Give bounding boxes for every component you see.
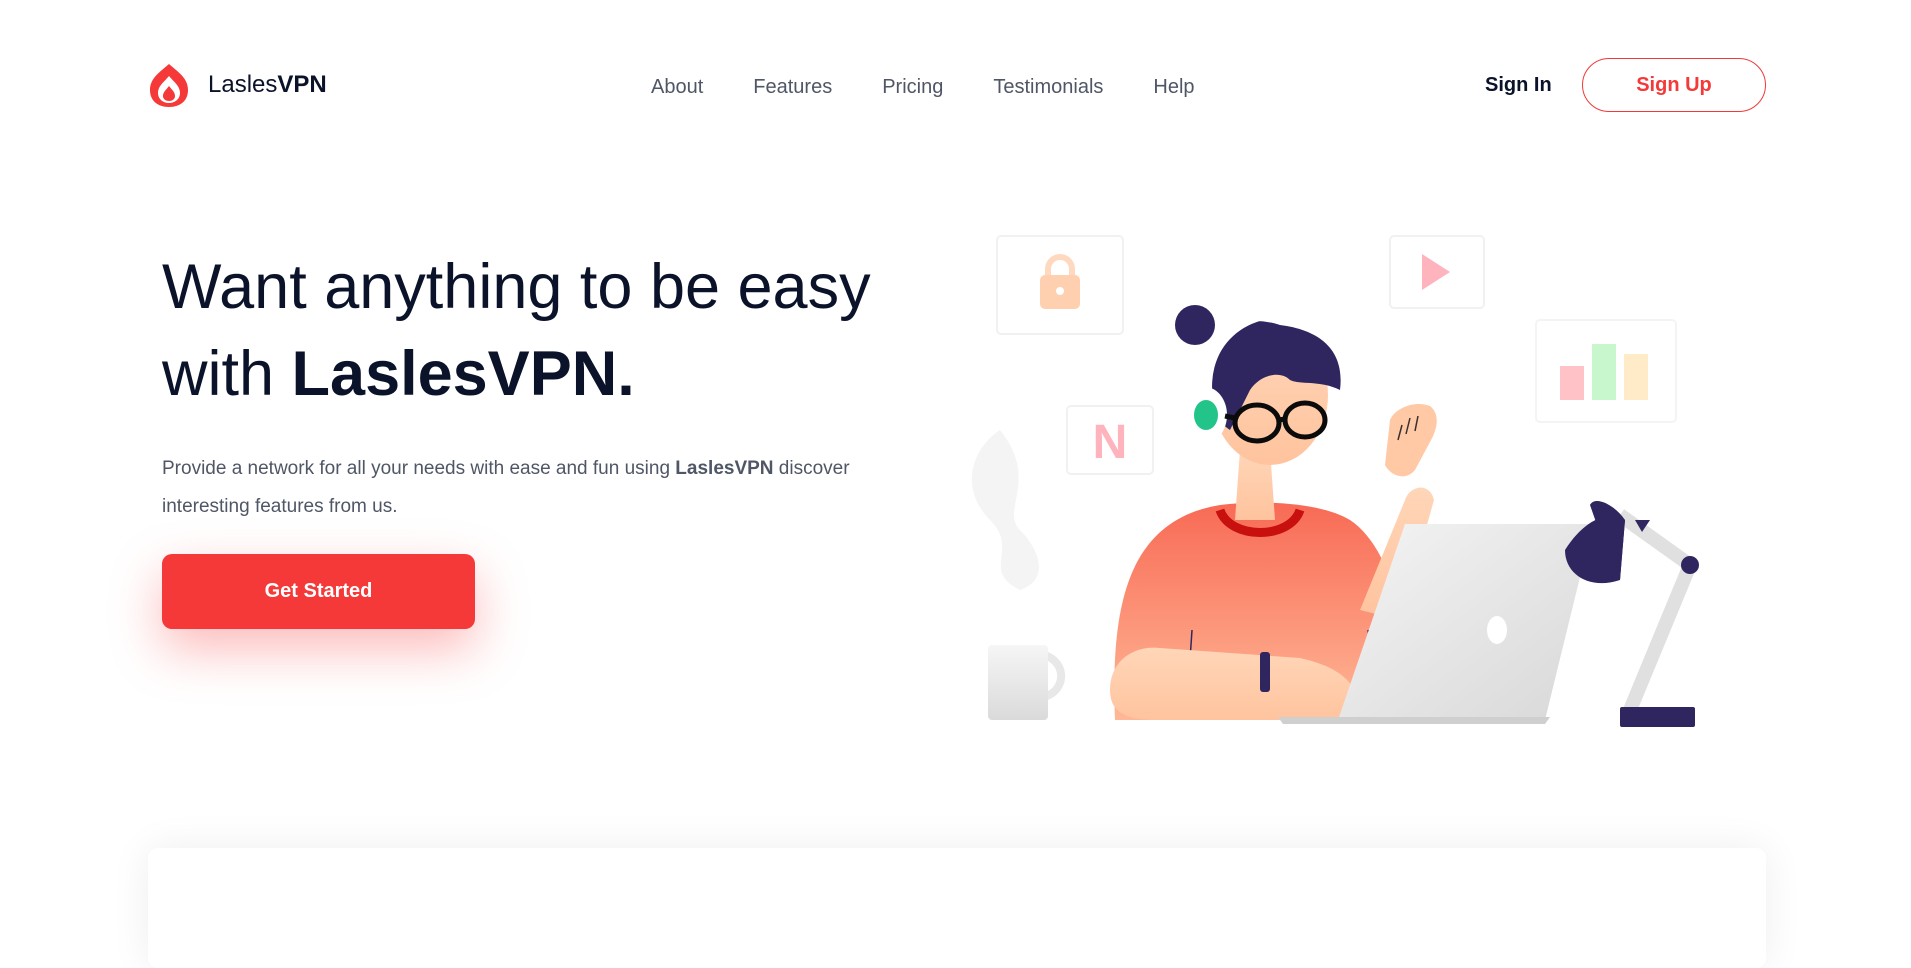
nav-link-about[interactable]: About (651, 76, 703, 99)
nav-link-pricing[interactable]: Pricing (882, 76, 943, 99)
lock-card (996, 235, 1124, 335)
hero-title: Want anything to be easy with LaslesVPN. (162, 244, 962, 418)
flame-logo-icon (150, 64, 188, 107)
nav-link-help[interactable]: Help (1153, 76, 1194, 99)
hero-title-line1: Want anything to be easy (162, 252, 871, 322)
sign-in-link[interactable]: Sign In (1485, 74, 1552, 97)
hero-description: Provide a network for all your needs wit… (162, 458, 850, 517)
steam-shape (971, 430, 1039, 590)
coffee-mug (988, 645, 1066, 720)
top-navigation: LaslesVPN About Features Pricing Testimo… (0, 0, 1911, 172)
nav-link-features[interactable]: Features (753, 76, 832, 99)
hero-illustration: N (971, 235, 1699, 727)
get-started-button[interactable]: Get Started (162, 554, 475, 629)
hero-description-brand: LaslesVPN (675, 458, 774, 479)
nav-link-testimonials[interactable]: Testimonials (993, 76, 1103, 99)
netflix-icon: N (1093, 416, 1128, 469)
netflix-card: N (1066, 405, 1154, 475)
hero-title-brand: LaslesVPN. (291, 339, 635, 409)
sign-up-button[interactable]: Sign Up (1582, 58, 1766, 112)
brand-name: LaslesVPN (208, 71, 327, 98)
main-menu: About Features Pricing Testimonials Help (651, 76, 1195, 99)
play-card (1389, 235, 1485, 309)
hero-title-prefix: with (162, 339, 292, 409)
stats-card (148, 848, 1766, 968)
bar-chart-card (1535, 319, 1677, 423)
brand-logo[interactable]: LaslesVPN (146, 62, 327, 108)
desk-lamp (1565, 500, 1699, 727)
